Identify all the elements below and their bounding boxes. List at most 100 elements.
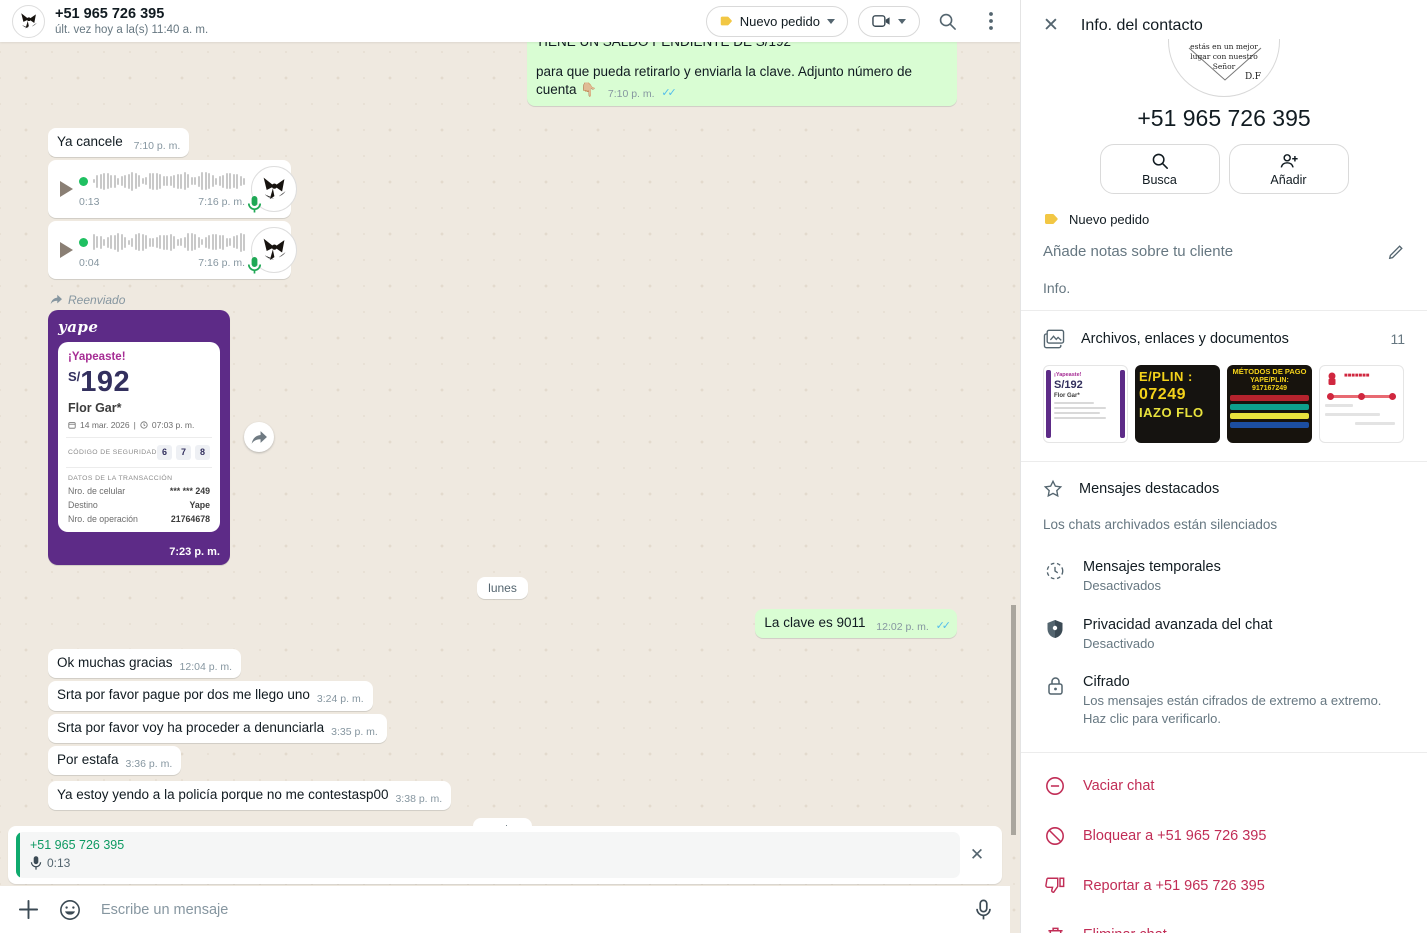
close-icon[interactable]: ✕ xyxy=(1043,16,1059,35)
business-label-row[interactable]: Nuevo pedido xyxy=(1021,194,1427,227)
add-contact-button[interactable]: Añadir xyxy=(1229,144,1349,194)
star-icon xyxy=(1043,479,1063,499)
delete-chat-button[interactable]: Eliminar chat xyxy=(1021,910,1427,933)
thumbs-down-icon xyxy=(1045,876,1065,895)
message-time: 12:04 p. m. xyxy=(180,661,233,673)
message-bubble[interactable]: Ya cancele 7:10 p. m. xyxy=(48,128,189,157)
person-add-icon xyxy=(1279,152,1299,170)
yape-receipt-card[interactable]: yape ¡Yapeaste! S/192 Flor Gar* 14 mar. … xyxy=(48,310,230,565)
thumbnail-yape-receipt[interactable]: ¡Yapeaste! S/192 Flor Gar* xyxy=(1043,365,1128,443)
sender-avatar[interactable] xyxy=(251,166,297,212)
report-contact-button[interactable]: Reportar a +51 965 726 395 xyxy=(1021,861,1427,910)
receipt-row: DestinoYape xyxy=(68,500,210,510)
read-ticks-icon: ✓✓ xyxy=(661,87,673,99)
encryption-row[interactable]: Cifrado Los mensajes están cifrados de e… xyxy=(1021,663,1427,738)
customer-notes-field[interactable]: Añade notas sobre tu cliente xyxy=(1021,227,1427,260)
disappearing-messages-row[interactable]: Mensajes temporales Desactivados xyxy=(1021,548,1427,606)
search-in-chat-button[interactable] xyxy=(930,4,964,38)
chat-scrollbar[interactable] xyxy=(1011,605,1016,835)
voice-message[interactable]: 0:13 7:16 p. m. xyxy=(48,160,291,218)
shield-icon xyxy=(1046,619,1064,639)
message-time: 3:38 p. m. xyxy=(395,793,442,805)
close-icon[interactable]: ✕ xyxy=(960,845,994,865)
purple-bar xyxy=(1046,370,1051,438)
thumbnail-plin-banner[interactable]: E/PLIN : 07249 IAZO FLO xyxy=(1135,365,1220,443)
starred-messages-label: Mensajes destacados xyxy=(1079,481,1405,497)
archived-silenced-note: Los chats archivados están silenciados xyxy=(1021,509,1427,548)
contact-meta[interactable]: +51 965 726 395 últ. vez hoy a la(s) 11:… xyxy=(55,5,208,38)
message-bubble[interactable]: La clave es 9011 12:02 p. m. ✓✓ xyxy=(755,609,957,638)
message-bubble[interactable]: Srta por favor pague por dos me llego un… xyxy=(48,681,373,710)
new-order-button[interactable]: Nuevo pedido xyxy=(706,6,848,37)
lock-icon xyxy=(1047,676,1064,696)
message-input[interactable]: Escribe un mensaje xyxy=(101,902,955,918)
message-bubble[interactable]: Por estafa3:36 p. m. xyxy=(48,746,181,775)
bank-chip xyxy=(1230,404,1309,410)
starred-messages-row[interactable]: Mensajes destacados xyxy=(1021,462,1427,509)
purple-bar xyxy=(1120,370,1125,438)
voice-waveform[interactable] xyxy=(79,170,245,192)
search-icon xyxy=(1151,152,1169,170)
message-bubble[interactable]: Ya estoy yendo a la policía porque no me… xyxy=(48,781,451,810)
edit-pencil-icon[interactable] xyxy=(1388,243,1405,260)
calendar-icon xyxy=(68,421,76,429)
play-icon[interactable] xyxy=(60,181,73,197)
play-icon[interactable] xyxy=(60,242,73,258)
message-bubble[interactable]: TIENE UN SALDO PENDIENTE DE S/192 para q… xyxy=(527,42,957,106)
contact-info-panel: ✕ Info. del contacto estás en un mejor l… xyxy=(1020,0,1427,933)
label-icon xyxy=(1043,211,1059,227)
message-time: 12:02 p. m. xyxy=(876,621,929,633)
chevron-down-icon xyxy=(827,19,835,24)
contact-avatar[interactable] xyxy=(12,5,45,38)
message-text: La clave es 9011 xyxy=(764,615,865,630)
search-contact-button[interactable]: Busca xyxy=(1100,144,1220,194)
contact-phone: +51 965 726 395 xyxy=(1021,105,1427,132)
emoji-icon[interactable] xyxy=(59,899,81,921)
unplayed-dot xyxy=(79,177,88,186)
voice-duration: 0:13 xyxy=(79,195,99,209)
composer: +51 965 726 395 0:13 ✕ Escribe un mensaj… xyxy=(0,826,1010,933)
block-contact-button[interactable]: Bloquear a +51 965 726 395 xyxy=(1021,811,1427,861)
mic-icon[interactable] xyxy=(975,899,992,921)
thumbnail-metodos-pago[interactable]: MÉTODOS DE PAGO YAPE/PLIN: 917167249 xyxy=(1227,365,1312,443)
message-time: 3:36 p. m. xyxy=(126,758,173,770)
avatar-initials: D.F xyxy=(1245,72,1261,82)
message-text: TIENE UN SALDO PENDIENTE DE S/192 xyxy=(536,42,948,51)
message-bubble[interactable]: Srta por favor voy ha proceder a denunci… xyxy=(48,714,387,743)
block-icon xyxy=(1045,826,1065,846)
voice-waveform[interactable] xyxy=(79,231,245,253)
media-library-icon xyxy=(1043,329,1065,349)
forward-button[interactable] xyxy=(244,422,274,452)
voice-message[interactable]: 0:04 7:16 p. m. xyxy=(48,221,291,279)
attach-plus-icon[interactable] xyxy=(18,899,39,920)
last-seen: últ. vez hoy a la(s) 11:40 a. m. xyxy=(55,23,208,37)
sender-avatar[interactable] xyxy=(251,227,297,273)
draft-duration: 0:13 xyxy=(47,856,70,870)
media-thumbnails: ¡Yapeaste! S/192 Flor Gar* E/PLIN : 0724… xyxy=(1021,363,1427,461)
advanced-privacy-row[interactable]: Privacidad avanzada del chat Desactivado xyxy=(1021,606,1427,664)
clock-icon xyxy=(140,421,148,429)
media-files-row[interactable]: Archivos, enlaces y documentos 11 xyxy=(1021,311,1427,363)
security-code-label: CÓDIGO DE SEGURIDAD xyxy=(68,449,157,456)
message-text: Srta por favor pague por dos me llego un… xyxy=(57,687,310,702)
kebab-menu-icon xyxy=(989,12,993,30)
avatar-zone: estás en un mejor lugar con nuestro Seño… xyxy=(1021,39,1427,97)
draft-sender: +51 965 726 395 xyxy=(30,838,124,852)
video-call-button[interactable] xyxy=(858,6,920,37)
voice-draft-preview[interactable]: +51 965 726 395 0:13 ✕ xyxy=(8,826,1002,884)
thumbnail-delivery-tracking[interactable]: ■■■■■■■ xyxy=(1319,365,1404,443)
message-bubble[interactable]: Ok muchas gracias12:04 p. m. xyxy=(48,649,241,678)
contact-photo[interactable]: estás en un mejor lugar con nuestro Seño… xyxy=(1168,39,1280,97)
media-files-label: Archivos, enlaces y documentos xyxy=(1081,331,1374,347)
chat-header[interactable]: +51 965 726 395 últ. vez hoy a la(s) 11:… xyxy=(0,0,1020,42)
search-icon xyxy=(938,12,957,31)
message-time: 7:16 p. m. xyxy=(198,195,245,209)
unplayed-mic-icon xyxy=(247,195,262,214)
message-time: 3:35 p. m. xyxy=(331,726,378,738)
clear-chat-button[interactable]: Vaciar chat xyxy=(1021,761,1427,811)
info-section-label: Info. xyxy=(1021,260,1427,310)
chat-menu-button[interactable] xyxy=(974,4,1008,38)
receipt-title: ¡Yapeaste! xyxy=(68,351,210,363)
receipt-datetime: 14 mar. 2026| 07:03 p. m. xyxy=(68,420,210,430)
media-files-count: 11 xyxy=(1390,331,1405,347)
